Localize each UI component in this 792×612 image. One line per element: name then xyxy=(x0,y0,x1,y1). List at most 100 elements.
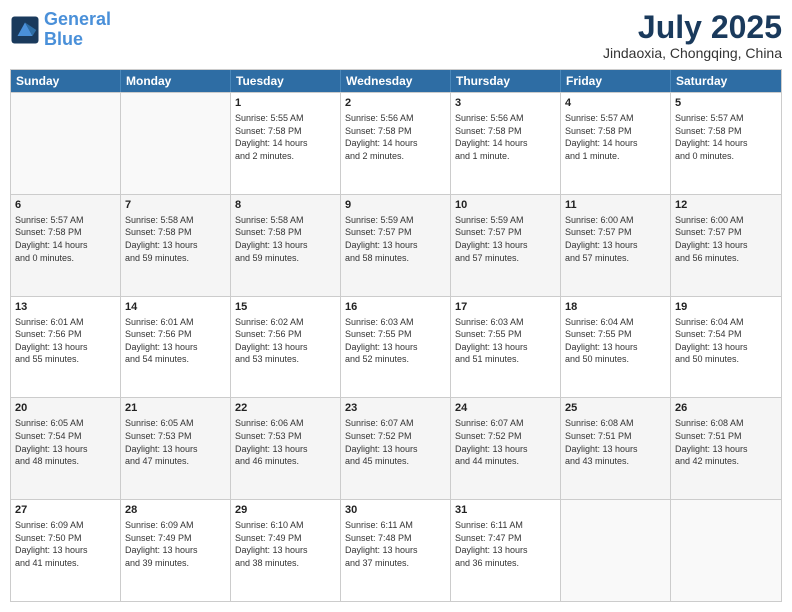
day-info: Sunrise: 6:04 AM Sunset: 7:54 PM Dayligh… xyxy=(675,316,777,366)
title-block: July 2025 Jindaoxia, Chongqing, China xyxy=(603,10,782,61)
day-info: Sunrise: 5:56 AM Sunset: 7:58 PM Dayligh… xyxy=(455,112,556,162)
weekday-header-wednesday: Wednesday xyxy=(341,70,451,92)
calendar-cell-3: 3Sunrise: 5:56 AM Sunset: 7:58 PM Daylig… xyxy=(451,93,561,194)
day-number: 8 xyxy=(235,198,336,213)
calendar-cell-20: 20Sunrise: 6:05 AM Sunset: 7:54 PM Dayli… xyxy=(11,398,121,499)
calendar-cell-10: 10Sunrise: 5:59 AM Sunset: 7:57 PM Dayli… xyxy=(451,195,561,296)
day-info: Sunrise: 6:11 AM Sunset: 7:47 PM Dayligh… xyxy=(455,519,556,569)
day-info: Sunrise: 5:58 AM Sunset: 7:58 PM Dayligh… xyxy=(235,214,336,264)
month-title: July 2025 xyxy=(603,10,782,45)
header: General Blue July 2025 Jindaoxia, Chongq… xyxy=(10,10,782,61)
day-number: 19 xyxy=(675,300,777,315)
calendar-cell-empty-0-0 xyxy=(11,93,121,194)
day-info: Sunrise: 6:04 AM Sunset: 7:55 PM Dayligh… xyxy=(565,316,666,366)
calendar-cell-29: 29Sunrise: 6:10 AM Sunset: 7:49 PM Dayli… xyxy=(231,500,341,601)
day-info: Sunrise: 6:06 AM Sunset: 7:53 PM Dayligh… xyxy=(235,417,336,467)
day-number: 11 xyxy=(565,198,666,213)
calendar-cell-18: 18Sunrise: 6:04 AM Sunset: 7:55 PM Dayli… xyxy=(561,297,671,398)
day-info: Sunrise: 6:07 AM Sunset: 7:52 PM Dayligh… xyxy=(455,417,556,467)
day-info: Sunrise: 6:08 AM Sunset: 7:51 PM Dayligh… xyxy=(565,417,666,467)
calendar-cell-28: 28Sunrise: 6:09 AM Sunset: 7:49 PM Dayli… xyxy=(121,500,231,601)
calendar-cell-12: 12Sunrise: 6:00 AM Sunset: 7:57 PM Dayli… xyxy=(671,195,781,296)
day-number: 12 xyxy=(675,198,777,213)
calendar-cell-empty-0-1 xyxy=(121,93,231,194)
day-info: Sunrise: 5:59 AM Sunset: 7:57 PM Dayligh… xyxy=(455,214,556,264)
day-number: 27 xyxy=(15,503,116,518)
day-number: 13 xyxy=(15,300,116,315)
weekday-header-tuesday: Tuesday xyxy=(231,70,341,92)
logo-text: General Blue xyxy=(44,10,111,50)
day-info: Sunrise: 5:56 AM Sunset: 7:58 PM Dayligh… xyxy=(345,112,446,162)
day-info: Sunrise: 6:09 AM Sunset: 7:49 PM Dayligh… xyxy=(125,519,226,569)
day-info: Sunrise: 5:58 AM Sunset: 7:58 PM Dayligh… xyxy=(125,214,226,264)
day-number: 10 xyxy=(455,198,556,213)
calendar-cell-5: 5Sunrise: 5:57 AM Sunset: 7:58 PM Daylig… xyxy=(671,93,781,194)
day-number: 20 xyxy=(15,401,116,416)
day-info: Sunrise: 6:01 AM Sunset: 7:56 PM Dayligh… xyxy=(125,316,226,366)
day-info: Sunrise: 5:55 AM Sunset: 7:58 PM Dayligh… xyxy=(235,112,336,162)
day-info: Sunrise: 5:57 AM Sunset: 7:58 PM Dayligh… xyxy=(15,214,116,264)
calendar-row-2: 13Sunrise: 6:01 AM Sunset: 7:56 PM Dayli… xyxy=(11,296,781,398)
day-number: 18 xyxy=(565,300,666,315)
calendar-cell-25: 25Sunrise: 6:08 AM Sunset: 7:51 PM Dayli… xyxy=(561,398,671,499)
calendar-cell-16: 16Sunrise: 6:03 AM Sunset: 7:55 PM Dayli… xyxy=(341,297,451,398)
day-number: 31 xyxy=(455,503,556,518)
page: General Blue July 2025 Jindaoxia, Chongq… xyxy=(0,0,792,612)
calendar-cell-1: 1Sunrise: 5:55 AM Sunset: 7:58 PM Daylig… xyxy=(231,93,341,194)
calendar-cell-30: 30Sunrise: 6:11 AM Sunset: 7:48 PM Dayli… xyxy=(341,500,451,601)
day-number: 15 xyxy=(235,300,336,315)
calendar-cell-8: 8Sunrise: 5:58 AM Sunset: 7:58 PM Daylig… xyxy=(231,195,341,296)
day-info: Sunrise: 6:05 AM Sunset: 7:53 PM Dayligh… xyxy=(125,417,226,467)
day-info: Sunrise: 6:07 AM Sunset: 7:52 PM Dayligh… xyxy=(345,417,446,467)
day-number: 7 xyxy=(125,198,226,213)
logo-icon xyxy=(10,15,40,45)
day-info: Sunrise: 6:09 AM Sunset: 7:50 PM Dayligh… xyxy=(15,519,116,569)
weekday-header-friday: Friday xyxy=(561,70,671,92)
calendar-cell-17: 17Sunrise: 6:03 AM Sunset: 7:55 PM Dayli… xyxy=(451,297,561,398)
calendar-cell-14: 14Sunrise: 6:01 AM Sunset: 7:56 PM Dayli… xyxy=(121,297,231,398)
weekday-header-thursday: Thursday xyxy=(451,70,561,92)
day-number: 29 xyxy=(235,503,336,518)
calendar-cell-6: 6Sunrise: 5:57 AM Sunset: 7:58 PM Daylig… xyxy=(11,195,121,296)
day-info: Sunrise: 6:05 AM Sunset: 7:54 PM Dayligh… xyxy=(15,417,116,467)
logo: General Blue xyxy=(10,10,111,50)
day-number: 5 xyxy=(675,96,777,111)
calendar-cell-31: 31Sunrise: 6:11 AM Sunset: 7:47 PM Dayli… xyxy=(451,500,561,601)
calendar-cell-4: 4Sunrise: 5:57 AM Sunset: 7:58 PM Daylig… xyxy=(561,93,671,194)
location: Jindaoxia, Chongqing, China xyxy=(603,45,782,61)
calendar-cell-13: 13Sunrise: 6:01 AM Sunset: 7:56 PM Dayli… xyxy=(11,297,121,398)
calendar-row-4: 27Sunrise: 6:09 AM Sunset: 7:50 PM Dayli… xyxy=(11,499,781,601)
day-number: 3 xyxy=(455,96,556,111)
day-info: Sunrise: 6:02 AM Sunset: 7:56 PM Dayligh… xyxy=(235,316,336,366)
calendar-cell-15: 15Sunrise: 6:02 AM Sunset: 7:56 PM Dayli… xyxy=(231,297,341,398)
calendar-row-1: 6Sunrise: 5:57 AM Sunset: 7:58 PM Daylig… xyxy=(11,194,781,296)
calendar-cell-7: 7Sunrise: 5:58 AM Sunset: 7:58 PM Daylig… xyxy=(121,195,231,296)
day-number: 25 xyxy=(565,401,666,416)
calendar-cell-21: 21Sunrise: 6:05 AM Sunset: 7:53 PM Dayli… xyxy=(121,398,231,499)
calendar-row-0: 1Sunrise: 5:55 AM Sunset: 7:58 PM Daylig… xyxy=(11,92,781,194)
day-number: 22 xyxy=(235,401,336,416)
day-number: 2 xyxy=(345,96,446,111)
calendar: SundayMondayTuesdayWednesdayThursdayFrid… xyxy=(10,69,782,602)
day-number: 4 xyxy=(565,96,666,111)
calendar-cell-2: 2Sunrise: 5:56 AM Sunset: 7:58 PM Daylig… xyxy=(341,93,451,194)
day-number: 17 xyxy=(455,300,556,315)
calendar-cell-11: 11Sunrise: 6:00 AM Sunset: 7:57 PM Dayli… xyxy=(561,195,671,296)
calendar-cell-9: 9Sunrise: 5:59 AM Sunset: 7:57 PM Daylig… xyxy=(341,195,451,296)
day-info: Sunrise: 5:59 AM Sunset: 7:57 PM Dayligh… xyxy=(345,214,446,264)
day-number: 9 xyxy=(345,198,446,213)
day-info: Sunrise: 6:03 AM Sunset: 7:55 PM Dayligh… xyxy=(455,316,556,366)
day-info: Sunrise: 6:03 AM Sunset: 7:55 PM Dayligh… xyxy=(345,316,446,366)
day-number: 30 xyxy=(345,503,446,518)
day-info: Sunrise: 6:08 AM Sunset: 7:51 PM Dayligh… xyxy=(675,417,777,467)
day-info: Sunrise: 6:11 AM Sunset: 7:48 PM Dayligh… xyxy=(345,519,446,569)
weekday-header-monday: Monday xyxy=(121,70,231,92)
weekday-header-saturday: Saturday xyxy=(671,70,781,92)
calendar-cell-empty-4-6 xyxy=(671,500,781,601)
calendar-cell-27: 27Sunrise: 6:09 AM Sunset: 7:50 PM Dayli… xyxy=(11,500,121,601)
calendar-header: SundayMondayTuesdayWednesdayThursdayFrid… xyxy=(11,70,781,92)
day-number: 28 xyxy=(125,503,226,518)
day-info: Sunrise: 6:01 AM Sunset: 7:56 PM Dayligh… xyxy=(15,316,116,366)
weekday-header-sunday: Sunday xyxy=(11,70,121,92)
day-number: 21 xyxy=(125,401,226,416)
